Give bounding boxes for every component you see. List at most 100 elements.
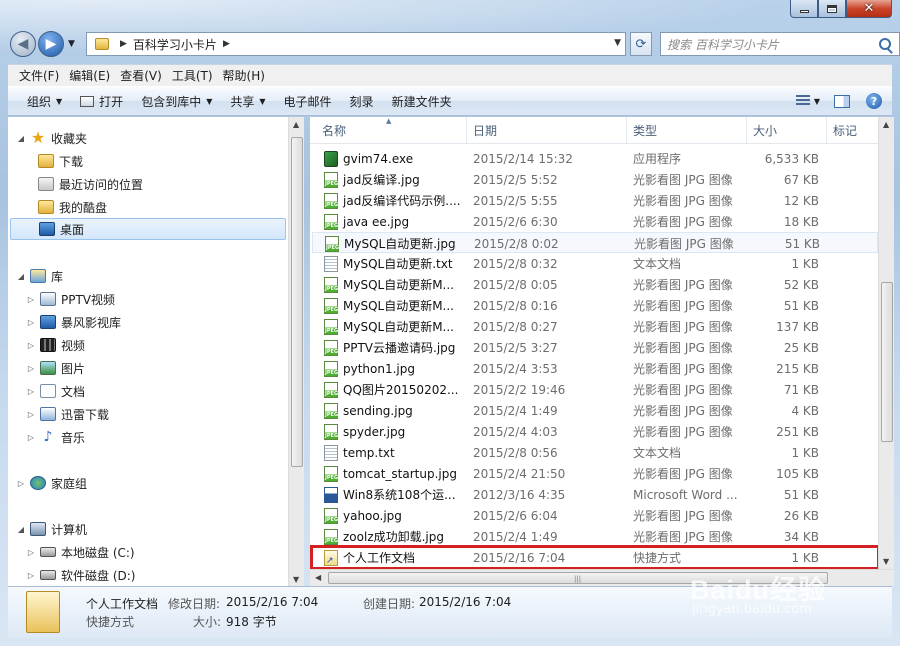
file-name-cell[interactable]: jad反编译代码示例.... bbox=[324, 190, 474, 211]
breadcrumb-current[interactable]: 百科学习小卡片 bbox=[133, 36, 217, 53]
open-button[interactable]: 打开 bbox=[71, 87, 132, 115]
column-size[interactable]: 大小 bbox=[747, 117, 827, 144]
expander-closed-icon[interactable]: ▷ bbox=[26, 548, 36, 557]
chevron-down-icon[interactable]: ▼ bbox=[814, 97, 820, 106]
file-row[interactable]: temp.txt 2015/2/8 0:56 文本文档 1 KB bbox=[312, 442, 878, 463]
expander-open-icon[interactable]: ◢ bbox=[16, 525, 26, 534]
scroll-up-icon[interactable]: ▲ bbox=[883, 120, 889, 129]
nav-documents[interactable]: ▷ 文档 bbox=[26, 380, 85, 402]
file-list-scroll-thumb[interactable] bbox=[881, 282, 893, 442]
new-folder-button[interactable]: 新建文件夹 bbox=[383, 87, 461, 115]
file-row[interactable]: java ee.jpg 2015/2/6 6:30 光影看图 JPG 图像 18 KB bbox=[312, 211, 878, 232]
expander-open-icon[interactable]: ◢ bbox=[16, 134, 26, 143]
file-name-cell[interactable]: sending.jpg bbox=[324, 400, 474, 421]
file-row[interactable]: zoolz成功卸载.jpg 2015/2/4 1:49 光影看图 JPG 图像 34 … bbox=[312, 526, 878, 547]
file-list-hscroll-thumb[interactable]: ||| bbox=[328, 572, 828, 584]
nav-pptv[interactable]: ▷ PPTV视频 bbox=[26, 288, 115, 310]
file-row[interactable]: MySQL自动更新.txt 2015/2/8 0:32 文本文档 1 KB bbox=[312, 253, 878, 274]
menu-file[interactable]: 文件(F) bbox=[14, 67, 64, 84]
nav-drive-d[interactable]: ▷ 软件磁盘 (D:) bbox=[26, 564, 136, 586]
expander-closed-icon[interactable]: ▷ bbox=[26, 295, 36, 304]
expander-closed-icon[interactable]: ▷ bbox=[26, 433, 36, 442]
nav-pane-scroll-thumb[interactable] bbox=[291, 137, 303, 467]
preview-pane-icon[interactable] bbox=[834, 94, 850, 108]
file-name-cell[interactable]: MySQL自动更新.txt bbox=[324, 253, 474, 274]
search-input[interactable]: 搜索 百科学习小卡片 bbox=[660, 32, 900, 56]
nav-favorites[interactable]: ◢ ★ 收藏夹 bbox=[16, 127, 87, 149]
column-type[interactable]: 类型 bbox=[627, 117, 747, 144]
column-tags[interactable]: 标记 bbox=[827, 117, 878, 144]
expander-closed-icon[interactable]: ▷ bbox=[26, 364, 36, 373]
expander-closed-icon[interactable]: ▷ bbox=[26, 341, 36, 350]
file-name-cell[interactable]: spyder.jpg bbox=[324, 421, 474, 442]
file-row[interactable]: QQ图片20150202... 2015/2/2 19:46 光影看图 JPG 图像… bbox=[312, 379, 878, 400]
file-name-cell[interactable]: tomcat_startup.jpg bbox=[324, 463, 474, 484]
minimize-button[interactable] bbox=[790, 0, 818, 18]
file-row[interactable]: PPTV云播邀请码.jpg 2015/2/5 3:27 光影看图 JPG 图像 25 … bbox=[312, 337, 878, 358]
file-name-cell[interactable]: MySQL自动更新M... bbox=[324, 316, 474, 337]
file-name-cell[interactable]: MySQL自动更新M... bbox=[324, 274, 474, 295]
expander-closed-icon[interactable]: ▷ bbox=[26, 387, 36, 396]
file-name-cell[interactable]: yahoo.jpg bbox=[324, 505, 474, 526]
menu-help[interactable]: 帮助(H) bbox=[218, 67, 270, 84]
nav-pictures[interactable]: ▷ 图片 bbox=[26, 357, 85, 379]
file-name-cell[interactable]: MySQL自动更新.jpg bbox=[325, 233, 475, 254]
expander-closed-icon[interactable]: ▷ bbox=[16, 479, 26, 488]
back-button[interactable]: ◀ bbox=[10, 31, 36, 57]
menu-edit[interactable]: 编辑(E) bbox=[64, 67, 115, 84]
email-button[interactable]: 电子邮件 bbox=[275, 87, 341, 115]
nav-desktop[interactable]: 桌面 bbox=[10, 218, 286, 240]
file-row[interactable]: gvim74.exe 2015/2/14 15:32 应用程序 6,533 KB bbox=[312, 148, 878, 169]
forward-button[interactable]: ▶ bbox=[38, 31, 64, 57]
file-row[interactable]: python1.jpg 2015/2/4 3:53 光影看图 JPG 图像 215 K… bbox=[312, 358, 878, 379]
file-row[interactable]: sending.jpg 2015/2/4 1:49 光影看图 JPG 图像 4 KB bbox=[312, 400, 878, 421]
address-bar[interactable]: ▶ 百科学习小卡片 ▶ ▼ bbox=[86, 32, 626, 56]
file-row[interactable]: MySQL自动更新.jpg 2015/2/8 0:02 光影看图 JPG 图像 51 … bbox=[312, 232, 878, 253]
nav-downloads[interactable]: 下载 bbox=[34, 150, 83, 172]
file-list-hscrollbar[interactable]: ◀ ||| bbox=[310, 569, 894, 586]
help-icon[interactable]: ? bbox=[866, 93, 882, 109]
include-library-button[interactable]: 包含到库中 ▼ bbox=[132, 87, 221, 115]
file-row[interactable]: MySQL自动更新M... 2015/2/8 0:05 光影看图 JPG 图像 52 … bbox=[312, 274, 878, 295]
nav-videos[interactable]: ▷ 视频 bbox=[26, 334, 85, 356]
nav-kupan[interactable]: 我的酷盘 bbox=[34, 196, 107, 218]
file-name-cell[interactable]: QQ图片20150202... bbox=[324, 379, 474, 400]
nav-xunlei[interactable]: ▷ 迅雷下载 bbox=[26, 403, 109, 425]
file-name-cell[interactable]: PPTV云播邀请码.jpg bbox=[324, 337, 474, 358]
file-name-cell[interactable]: Win8系统108个运... bbox=[324, 484, 474, 505]
scroll-left-icon[interactable]: ◀ bbox=[315, 573, 321, 582]
column-date[interactable]: 日期 bbox=[467, 117, 627, 144]
nav-recent[interactable]: 最近访问的位置 bbox=[34, 173, 143, 195]
expander-open-icon[interactable]: ◢ bbox=[16, 272, 26, 281]
scroll-down-icon[interactable]: ▼ bbox=[883, 557, 889, 566]
file-name-cell[interactable]: 个人工作文档 bbox=[324, 547, 474, 568]
nav-computer[interactable]: ◢ 计算机 bbox=[16, 518, 87, 540]
nav-baofeng[interactable]: ▷ 暴风影视库 bbox=[26, 311, 121, 333]
address-dropdown-icon[interactable]: ▼ bbox=[614, 38, 621, 48]
expander-closed-icon[interactable]: ▷ bbox=[26, 571, 36, 580]
file-row[interactable]: MySQL自动更新M... 2015/2/8 0:27 光影看图 JPG 图像 137… bbox=[312, 316, 878, 337]
scroll-down-icon[interactable]: ▼ bbox=[293, 575, 299, 584]
search-icon[interactable] bbox=[879, 38, 891, 50]
expander-closed-icon[interactable]: ▷ bbox=[26, 410, 36, 419]
close-button[interactable]: ✕ bbox=[846, 0, 892, 18]
file-row[interactable]: yahoo.jpg 2015/2/6 6:04 光影看图 JPG 图像 26 KB bbox=[312, 505, 878, 526]
breadcrumb-separator-icon[interactable]: ▶ bbox=[223, 39, 230, 49]
nav-homegroup[interactable]: ▷ 家庭组 bbox=[16, 472, 87, 494]
nav-music[interactable]: ▷ ♪ 音乐 bbox=[26, 426, 85, 448]
menu-tools[interactable]: 工具(T) bbox=[167, 67, 218, 84]
share-button[interactable]: 共享 ▼ bbox=[221, 87, 274, 115]
file-row[interactable]: Win8系统108个运... 2012/3/16 4:35 Microsoft Wo… bbox=[312, 484, 878, 505]
organize-button[interactable]: 组织 ▼ bbox=[18, 87, 71, 115]
file-row[interactable]: jad反编译.jpg 2015/2/5 5:52 光影看图 JPG 图像 67 KB bbox=[312, 169, 878, 190]
file-list-scrollbar[interactable]: ▲ ▼ bbox=[878, 117, 894, 569]
file-name-cell[interactable]: python1.jpg bbox=[324, 358, 474, 379]
nav-pane-scrollbar[interactable]: ▲ ▼ bbox=[288, 117, 304, 587]
file-name-cell[interactable]: gvim74.exe bbox=[324, 148, 474, 169]
file-name-cell[interactable]: MySQL自动更新M... bbox=[324, 295, 474, 316]
file-name-cell[interactable]: jad反编译.jpg bbox=[324, 169, 474, 190]
menu-view[interactable]: 查看(V) bbox=[115, 67, 167, 84]
file-name-cell[interactable]: java ee.jpg bbox=[324, 211, 474, 232]
refresh-button[interactable]: ⟳ bbox=[630, 32, 652, 56]
file-row[interactable]: jad反编译代码示例.... 2015/2/5 5:55 光影看图 JPG 图像 12… bbox=[312, 190, 878, 211]
